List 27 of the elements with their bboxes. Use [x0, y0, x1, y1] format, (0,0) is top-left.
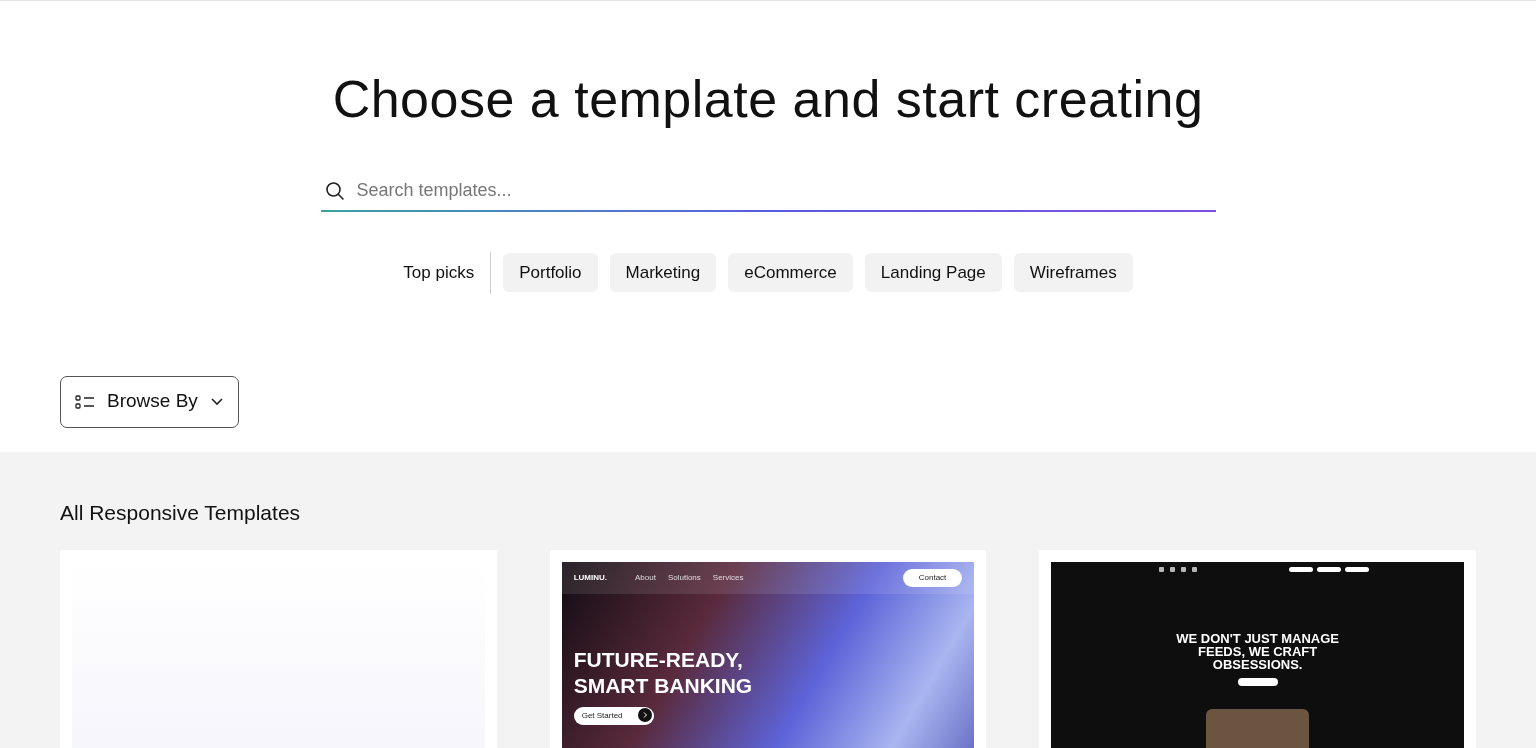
nav-pill[interactable] [1345, 567, 1370, 572]
search-field[interactable]: Search templates... [356, 177, 1212, 204]
category-chip[interactable]: eCommerce [728, 253, 853, 293]
nav-link[interactable]: Solutions [667, 571, 701, 584]
get-started-button[interactable]: Get Started [573, 706, 654, 725]
contact-button[interactable]: Contact [902, 568, 963, 587]
hero-button[interactable] [1237, 677, 1278, 686]
hero-headline: FUTURE-READY, SMART BANKING [573, 646, 754, 699]
top-picks-label: Top picks [403, 252, 492, 294]
chevron-down-icon [209, 396, 224, 407]
nav-link[interactable]: About [635, 571, 656, 584]
template-card[interactable]: WE DON'T JUST MANAGE FEEDS, WE CRAFT OBSESSIONS. [1039, 549, 1476, 748]
list-icon [75, 393, 95, 410]
site-logo: LUMINU. [573, 571, 607, 584]
category-chip[interactable]: Wireframes [1013, 253, 1133, 293]
category-chip[interactable]: Marketing [609, 253, 717, 293]
template-card[interactable]: LUMINU. About Solutions Services Contact FUTURE-READY, SMART BANKING Get Started [549, 549, 987, 748]
nav-pill[interactable] [1289, 567, 1314, 572]
browse-by-button[interactable]: Browse By [60, 375, 239, 428]
section-title: All Responsive Templates [60, 499, 302, 526]
page-title: Choose a template and start creating [332, 69, 1204, 130]
category-chip[interactable]: Landing Page [864, 253, 1002, 293]
category-chip[interactable]: Portfolio [503, 253, 598, 293]
search-icon [324, 180, 345, 201]
hero-headline: WE DON'T JUST MANAGE FEEDS, WE CRAFT OBSESSIONS. [1176, 631, 1339, 671]
nav-pill[interactable] [1317, 567, 1342, 572]
nav-link[interactable]: Services [712, 571, 744, 584]
